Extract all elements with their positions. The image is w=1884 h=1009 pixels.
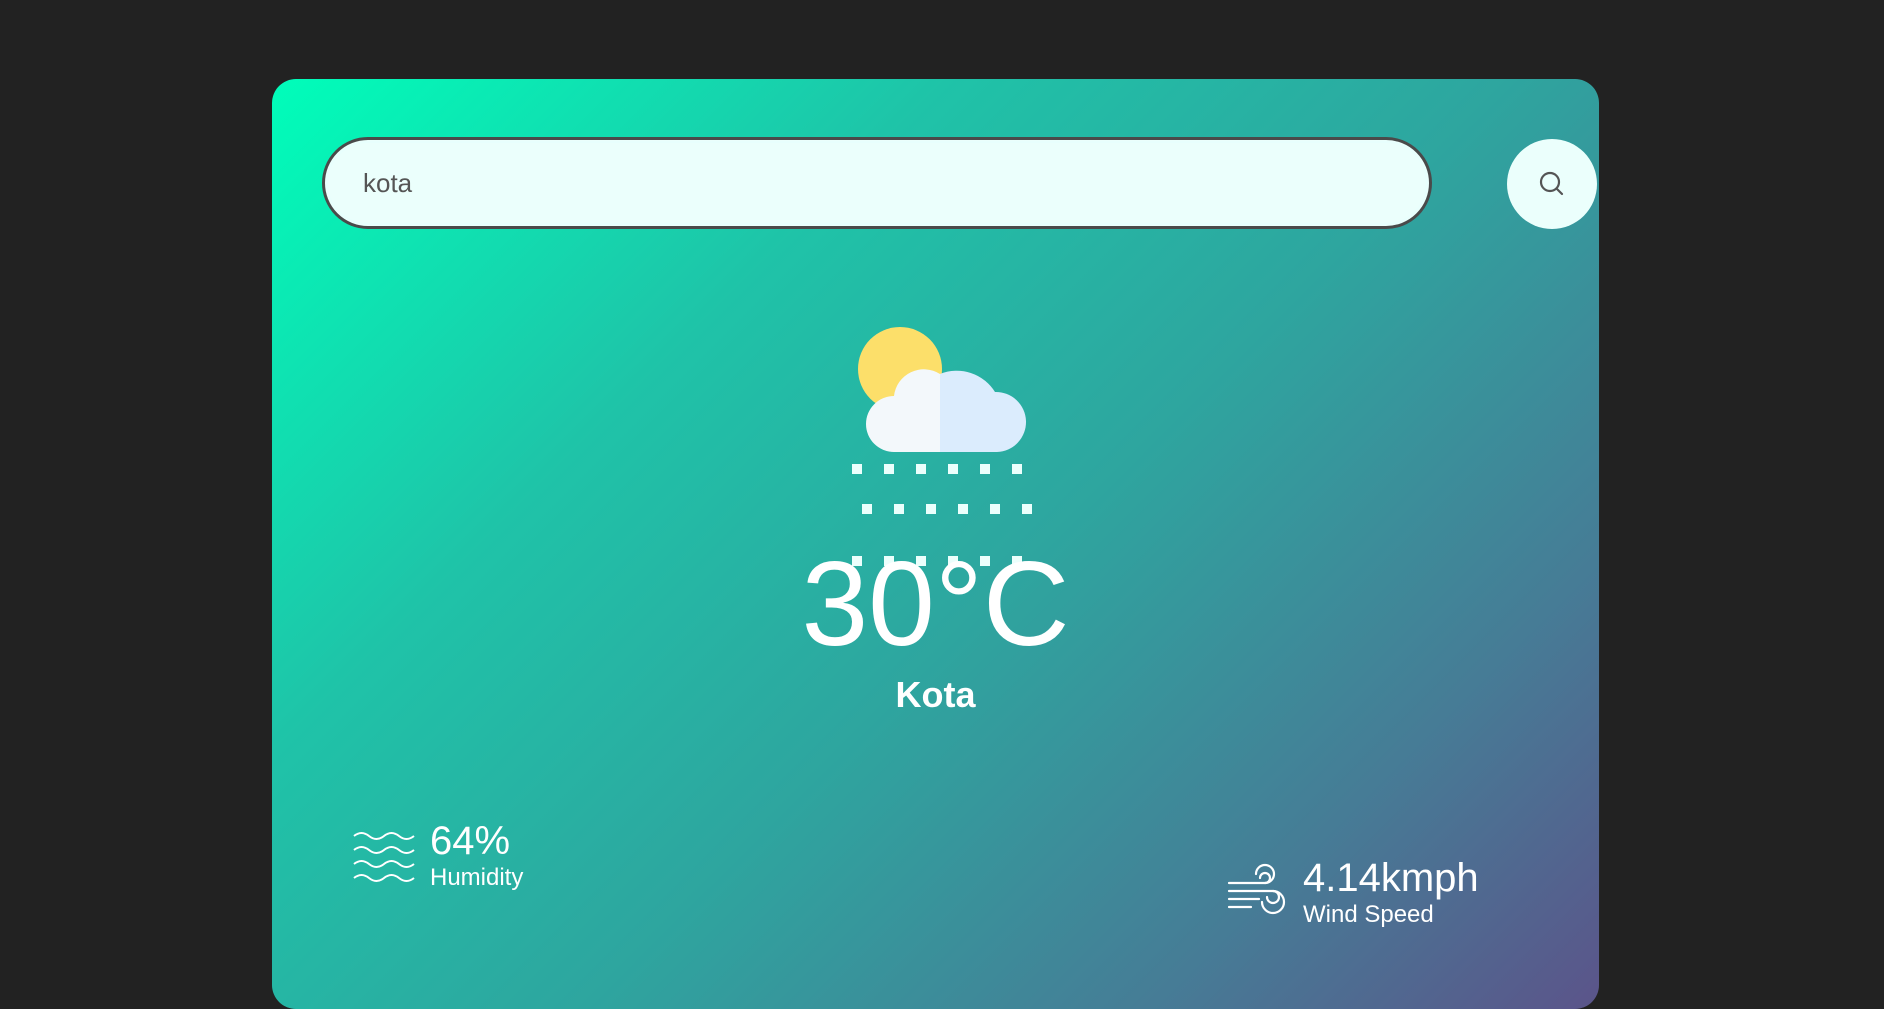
weather-card: 30°C Kota 64% Humidity	[272, 79, 1599, 1009]
wind-label: Wind Speed	[1303, 901, 1434, 928]
wind-detail: 4.14kmph Wind Speed	[1225, 856, 1479, 930]
wind-icon	[1227, 863, 1286, 915]
search-bar	[322, 137, 1597, 229]
humidity-label: Humidity	[430, 864, 524, 891]
sun-cloud-snow-icon	[852, 327, 1027, 474]
search-button[interactable]	[1507, 139, 1597, 229]
humidity-detail: 64% Humidity	[352, 819, 523, 893]
temperature: 30°C	[801, 537, 1070, 671]
search-input[interactable]	[322, 137, 1432, 229]
wind-value: 4.14kmph	[1303, 856, 1479, 900]
humidity-value: 64%	[430, 819, 511, 863]
search-icon	[1539, 171, 1564, 196]
humidity-waves-icon	[353, 832, 415, 882]
city-name: Kota	[895, 674, 976, 715]
